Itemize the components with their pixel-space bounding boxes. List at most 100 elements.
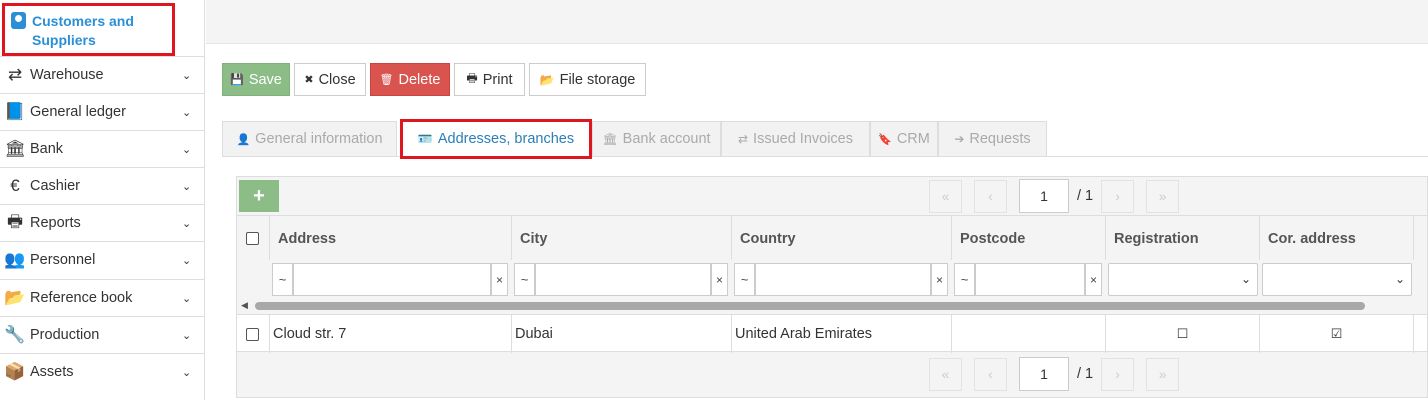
close-button[interactable]: ✖ Close <box>294 63 366 96</box>
filter-operator[interactable]: ~ <box>954 263 975 296</box>
sidebar: Customers and Suppliers ⇄ Warehouse ⌄ 📘 … <box>0 0 205 400</box>
filter-operator[interactable]: ~ <box>272 263 293 296</box>
pager-bottom: « ‹ 1 / 1 › » <box>929 357 1191 391</box>
sidebar-item-warehouse[interactable]: ⇄ Warehouse ⌄ <box>0 56 204 93</box>
column-header-registration[interactable]: Registration <box>1106 216 1260 261</box>
sidebar-item-label: Assets <box>30 364 74 380</box>
next-page-button[interactable]: › <box>1101 357 1135 391</box>
filter-operator[interactable]: ~ <box>514 263 535 296</box>
scrollbar-thumb[interactable] <box>255 302 1365 310</box>
page-number-input[interactable]: 1 <box>1019 357 1069 391</box>
sidebar-item-label: General ledger <box>30 104 126 120</box>
trash-icon: 🗑 <box>379 74 394 86</box>
column-header-postcode[interactable]: Postcode <box>952 216 1106 261</box>
tab-general-information[interactable]: 👤 General information <box>222 121 397 157</box>
bank-icon: 🏛 <box>4 139 26 158</box>
cell-city: Dubai <box>512 315 732 353</box>
tab-addresses-branches[interactable]: 🪪 Addresses, branches <box>400 119 592 159</box>
print-button[interactable]: 🖶 Print <box>454 63 525 96</box>
row-checkbox[interactable] <box>246 327 259 341</box>
prev-page-button[interactable]: ‹ <box>974 179 1007 213</box>
select-all-checkbox[interactable] <box>246 232 259 245</box>
tab-label: CRM <box>896 131 930 147</box>
folder-open-icon: 📂 <box>4 288 26 307</box>
tab-label: General information <box>255 131 383 147</box>
delete-button[interactable]: 🗑 Delete <box>370 63 450 96</box>
bookmark-icon: 🔖 <box>878 133 892 146</box>
sidebar-item-label: Production <box>30 327 100 343</box>
next-page-button[interactable]: › <box>1101 179 1135 213</box>
clear-filter-button[interactable]: × <box>711 263 728 296</box>
chevron-down-icon: ⌄ <box>182 366 192 379</box>
last-page-button[interactable]: » <box>1146 179 1180 213</box>
filter-operator[interactable]: ~ <box>734 263 755 296</box>
filter-cor-address-select[interactable]: ⌄ <box>1262 263 1412 296</box>
filter-country: ~ × <box>734 263 948 296</box>
top-bar <box>206 0 1428 44</box>
sidebar-item-label: Cashier <box>30 178 80 194</box>
sidebar-item-assets[interactable]: 📦 Assets ⌄ <box>0 353 204 390</box>
cell-country: United Arab Emirates <box>732 315 952 353</box>
sidebar-item-reports[interactable]: 🖶 Reports ⌄ <box>0 204 204 241</box>
tab-issued-invoices[interactable]: ⇄ Issued Invoices <box>721 121 870 157</box>
table-header: Address City Country Postcode Registrati… <box>237 215 1427 261</box>
close-label: Close <box>318 71 356 88</box>
select-all-cell <box>237 216 270 261</box>
prev-page-button[interactable]: ‹ <box>974 357 1007 391</box>
tab-bar: 👤 General information 🪪 Addresses, branc… <box>222 119 1428 159</box>
sidebar-item-reference-book[interactable]: 📂 Reference book ⌄ <box>0 279 204 316</box>
tab-crm[interactable]: 🔖 CRM <box>870 121 938 157</box>
add-row-button[interactable]: + <box>239 180 279 212</box>
page-total: / 1 <box>1077 188 1094 204</box>
sidebar-item-bank[interactable]: 🏛 Bank ⌄ <box>0 130 204 167</box>
wrench-icon: 🔧 <box>4 325 26 344</box>
checked-checkbox-icon: ☑ <box>1330 326 1343 341</box>
sidebar-item-label: Reference book <box>30 290 133 306</box>
page-number-input[interactable]: 1 <box>1019 179 1069 213</box>
euro-icon: € <box>10 176 20 195</box>
clear-filter-button[interactable]: × <box>1085 263 1102 296</box>
tab-requests[interactable]: ➔ Requests <box>938 121 1047 157</box>
print-icon: 🖶 <box>466 71 478 85</box>
chevron-down-icon: ⌄ <box>182 217 192 230</box>
scroll-left-icon[interactable]: ◀ <box>241 300 248 311</box>
filter-registration-select[interactable]: ⌄ <box>1108 263 1258 296</box>
column-header-cor-address[interactable]: Cor. address <box>1260 216 1414 261</box>
sidebar-item-label: Warehouse <box>30 67 104 83</box>
filter-row: ~ × ~ × ~ × ~ × ⌄ ⌄ <box>237 260 1427 298</box>
filter-country-input[interactable] <box>755 263 931 296</box>
sidebar-item-label: Customers and Suppliers <box>32 13 134 48</box>
sidebar-item-cashier[interactable]: € Cashier ⌄ <box>0 167 204 204</box>
close-icon: ✖ <box>304 74 314 86</box>
filter-postcode-input[interactable] <box>975 263 1085 296</box>
first-page-button[interactable]: « <box>929 357 962 391</box>
addresses-grid: + « ‹ 1 / 1 › » Address City Country Pos… <box>236 176 1428 398</box>
first-page-button[interactable]: « <box>929 179 962 213</box>
chevron-down-icon: ⌄ <box>182 106 192 119</box>
sidebar-item-customers-and-suppliers[interactable]: Customers and Suppliers <box>2 3 175 56</box>
column-header-country[interactable]: Country <box>732 216 952 261</box>
sidebar-item-label: Bank <box>30 141 64 157</box>
filter-address-input[interactable] <box>293 263 491 296</box>
clear-filter-button[interactable]: × <box>491 263 508 296</box>
clear-filter-button[interactable]: × <box>931 263 948 296</box>
sidebar-item-label: Reports <box>30 215 81 231</box>
filter-city-input[interactable] <box>535 263 711 296</box>
row-select-cell <box>237 315 270 353</box>
tab-label: Addresses, branches <box>437 131 575 147</box>
tab-bank-account[interactable]: 🏛 Bank account <box>592 121 721 157</box>
column-header-city[interactable]: City <box>512 216 732 261</box>
file-storage-button[interactable]: 📂 File storage <box>529 63 646 96</box>
tab-label: Bank account <box>622 131 711 147</box>
exchange-icon: ⇄ <box>7 65 23 84</box>
pager-top: « ‹ 1 / 1 › » <box>929 179 1191 213</box>
sidebar-item-personnel[interactable]: 👥 Personnel ⌄ <box>0 241 204 278</box>
sidebar-item-label: Personnel <box>30 252 96 268</box>
save-button[interactable]: 💾 Save <box>222 63 290 96</box>
table-row[interactable]: Cloud str. 7 Dubai United Arab Emirates … <box>237 314 1427 353</box>
last-page-button[interactable]: » <box>1146 357 1180 391</box>
sidebar-item-production[interactable]: 🔧 Production ⌄ <box>0 316 204 353</box>
column-header-address[interactable]: Address <box>270 216 512 261</box>
sidebar-item-general-ledger[interactable]: 📘 General ledger ⌄ <box>0 93 204 130</box>
horizontal-scrollbar[interactable]: ◀ <box>237 298 1427 313</box>
